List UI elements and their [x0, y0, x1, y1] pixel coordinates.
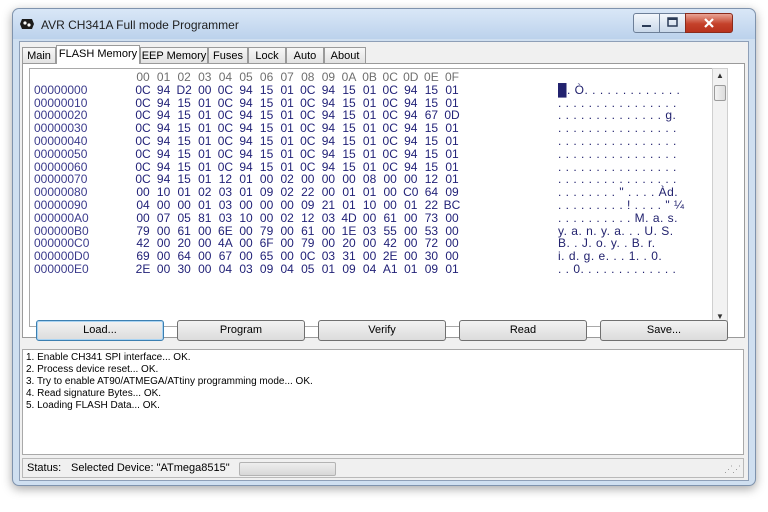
program-button[interactable]: Program	[177, 320, 305, 341]
hex-byte[interactable]: 01	[443, 262, 461, 276]
maximize-icon	[667, 17, 678, 27]
tab-flash-memory[interactable]: FLASH Memory	[56, 45, 140, 64]
log-line: 1. Enable CH341 SPI interface... OK.	[26, 352, 191, 363]
close-button[interactable]	[685, 13, 733, 33]
log-line: 3. Try to enable AT90/ATMEGA/ATtiny prog…	[26, 376, 313, 387]
progress-bar	[239, 462, 336, 476]
title-bar[interactable]: AVR CH341A Full mode Programmer	[13, 9, 755, 39]
log-output[interactable]: 1. Enable CH341 SPI interface... OK. 2. …	[22, 349, 744, 455]
hex-editor[interactable]: 00 01 02 03 04 05 06 07 08 09 0A 0B 0C 0D 0E 0F 00000000…	[29, 68, 714, 327]
hex-byte[interactable]: 05	[299, 262, 317, 276]
tab-about[interactable]: About	[324, 47, 366, 63]
hex-byte[interactable]: 09	[258, 262, 276, 276]
hex-byte[interactable]: 09	[422, 262, 440, 276]
hex-byte[interactable]: 01	[319, 262, 337, 276]
chip-icon	[20, 19, 34, 29]
status-value: Selected Device: "ATmega8515"	[71, 462, 230, 474]
scroll-thumb[interactable]	[714, 85, 726, 101]
flash-memory-panel: 00 01 02 03 04 05 06 07 08 09 0A 0B 0C 0D 0E 0F 00000000…	[22, 63, 745, 338]
hex-address: 000000E0	[34, 262, 89, 276]
tab-main[interactable]: Main	[22, 47, 56, 63]
client-area: Main FLASH Memory EEP Memory Fuses Lock …	[19, 41, 749, 481]
hex-row: 000000E0 2E 00 30 00 04 03 09 04 05 01 09 04 A1 01 09 01…	[30, 262, 690, 276]
hex-byte[interactable]: 01	[402, 262, 420, 276]
resize-grip-icon[interactable]: ⋰⋰	[724, 464, 741, 475]
scroll-up-icon[interactable]: ▲	[715, 71, 725, 81]
vertical-scrollbar[interactable]: ▲ ▼	[712, 68, 728, 325]
hex-byte[interactable]: 04	[216, 262, 234, 276]
hex-byte[interactable]: 2E	[134, 262, 152, 276]
close-icon	[704, 18, 714, 28]
action-buttons: Load... Program Verify Read Save...	[20, 320, 748, 346]
read-button[interactable]: Read	[459, 320, 587, 341]
maximize-button[interactable]	[659, 13, 686, 33]
save-button[interactable]: Save...	[600, 320, 728, 341]
hex-byte[interactable]: 00	[155, 262, 173, 276]
hex-byte[interactable]: 04	[361, 262, 379, 276]
minimize-icon	[642, 25, 651, 27]
log-line: 4. Read signature Bytes... OK.	[26, 388, 162, 399]
tab-eep-memory[interactable]: EEP Memory	[140, 47, 208, 63]
log-line: 2. Process device reset... OK.	[26, 364, 159, 375]
hex-byte[interactable]: 03	[237, 262, 255, 276]
hex-byte[interactable]: 00	[196, 262, 214, 276]
log-line: 5. Loading FLASH Data... OK.	[26, 400, 160, 411]
tab-lock[interactable]: Lock	[248, 47, 286, 63]
tab-fuses[interactable]: Fuses	[208, 47, 248, 63]
app-window: AVR CH341A Full mode Programmer Main FLA…	[12, 8, 756, 486]
hex-byte[interactable]: 04	[278, 262, 296, 276]
hex-byte[interactable]: A1	[381, 262, 399, 276]
minimize-button[interactable]	[633, 13, 660, 33]
window-title: AVR CH341A Full mode Programmer	[41, 18, 239, 32]
status-label: Status:	[27, 462, 62, 474]
load-button[interactable]: Load...	[36, 320, 164, 341]
hex-byte[interactable]: 30	[175, 262, 193, 276]
tab-auto[interactable]: Auto	[286, 47, 324, 63]
hex-byte[interactable]: 09	[340, 262, 358, 276]
hex-ascii[interactable]: . . 0. . . . . . . . . . . . .	[558, 262, 676, 276]
verify-button[interactable]: Verify	[318, 320, 446, 341]
status-bar: Status: Selected Device: "ATmega8515" ⋰⋰	[22, 458, 744, 478]
